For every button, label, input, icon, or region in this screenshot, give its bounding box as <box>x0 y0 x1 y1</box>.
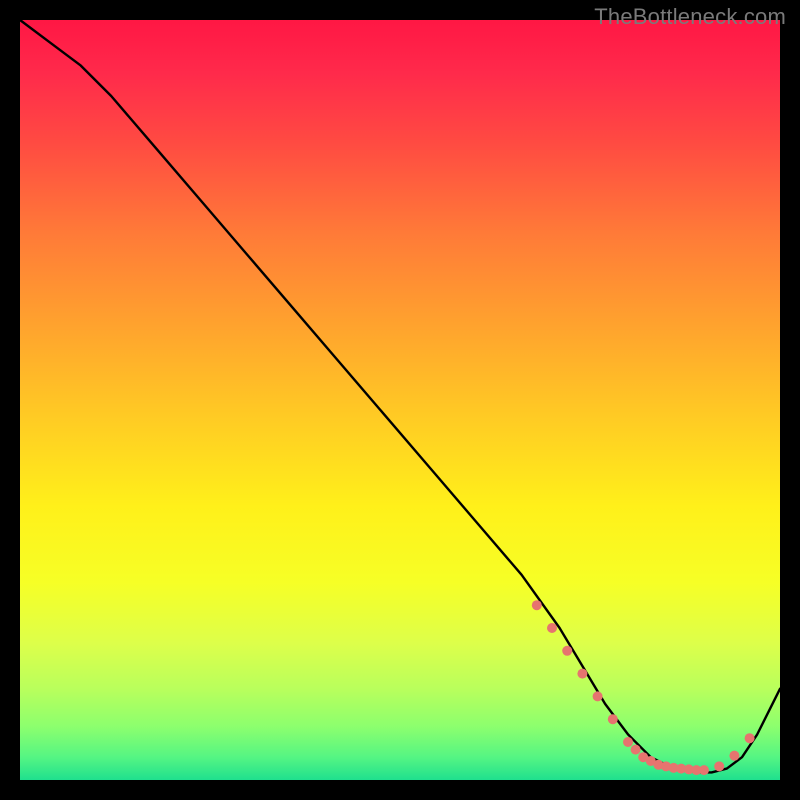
curve-marker <box>714 761 724 771</box>
curve-marker <box>608 714 618 724</box>
curve-marker <box>532 600 542 610</box>
curve-marker <box>593 691 603 701</box>
curve-marker <box>745 733 755 743</box>
curve-marker <box>562 646 572 656</box>
curve-marker <box>577 669 587 679</box>
watermark-text: TheBottleneck.com <box>594 4 786 30</box>
bottleneck-curve-chart <box>0 0 800 800</box>
curve-marker <box>623 737 633 747</box>
curve-marker <box>729 751 739 761</box>
plot-background <box>20 20 780 780</box>
curve-marker <box>631 745 641 755</box>
curve-marker <box>547 623 557 633</box>
curve-marker <box>699 765 709 775</box>
chart-stage: TheBottleneck.com <box>0 0 800 800</box>
